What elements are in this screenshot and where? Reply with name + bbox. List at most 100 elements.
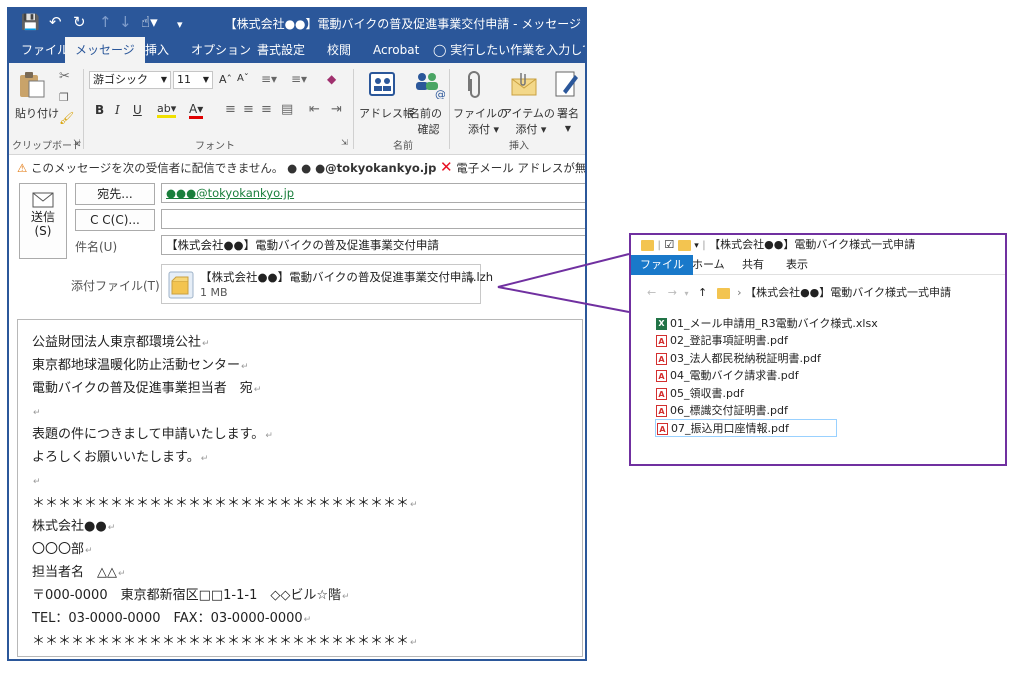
format-painter-icon[interactable]: 🖌 [59,111,74,125]
arrow-up-icon[interactable]: ↑ [99,13,112,31]
pdf-file-icon: A [656,352,667,365]
to-field[interactable]: ●●●@tokyokankyo.jp [161,183,585,203]
tab-format[interactable]: 書式設定 [247,37,315,63]
align-center-icon[interactable]: ≡ [243,102,254,117]
numbering-icon[interactable]: ≡▾ [291,72,307,86]
file-item[interactable]: A 02_登記事項証明書.pdf [655,332,837,349]
body-line-text: TEL：03-0000-0000 FAX：03-0000-0000 [32,611,303,626]
properties-icon[interactable]: ☑ [664,238,674,251]
tell-me-box[interactable]: ◯ 実行したい作業を入力してくだ [429,37,585,63]
clear-formatting-icon[interactable]: ◆ [327,72,336,86]
explorer-title: 【株式会社●●】電動バイク様式一式申請 [709,238,916,251]
cc-button[interactable]: C C(C)... [75,209,155,231]
tab-acrobat[interactable]: Acrobat [363,37,429,63]
attach-file-button[interactable]: ファイルの 添付 ▾ [453,105,508,137]
decrease-indent-icon[interactable]: ⇤ [309,102,320,117]
address-book-icon[interactable] [367,69,397,99]
font-color-icon[interactable]: A▾ [189,102,204,119]
cut-icon[interactable]: ✂ [59,69,70,84]
attach-item-button[interactable]: アイテムの添付 ▾ [501,105,555,137]
signature-button[interactable]: 署名 ▼ [557,105,579,134]
customize-toolbar-icon[interactable]: ▾ [694,241,699,251]
attach-item-icon[interactable] [509,69,539,99]
check-names-label-line1: 名前の [409,107,442,120]
shrink-font-icon[interactable]: Aˇ [237,73,249,84]
file-item[interactable]: A 03_法人都民税納税証明書.pdf [655,350,837,367]
copy-icon[interactable]: ❐ [59,91,69,104]
chevron-down-icon[interactable]: ▼ [468,276,474,285]
file-item[interactable]: A 05_領収書.pdf [655,385,837,402]
clipboard-launcher-icon[interactable]: ⇲ [73,138,80,147]
tab-home[interactable]: ホーム [683,255,734,275]
font-size-select[interactable]: 11 ▼ [173,71,213,89]
italic-icon[interactable]: I [115,103,120,117]
chevron-down-icon: ▼ [160,75,167,84]
attach-file-label-line2: 添付 ▾ [467,123,500,136]
attachment-chip[interactable]: 【株式会社●●】電動バイクの普及促進事業交付申請.lzh 1 MB ▼ [161,264,493,304]
increase-indent-icon[interactable]: ⇥ [331,102,342,117]
touch-mode-icon[interactable]: ☝▾ [141,13,158,31]
undo-icon[interactable]: ↶ [49,13,62,31]
subject-field[interactable]: 【株式会社●●】電動バイクの普及促進事業交付申請 [161,235,585,255]
window-title: 【株式会社●●】電動バイクの普及促進事業交付申請 - メッセージ [224,17,581,31]
body-line-text: 〇〇〇部 [32,542,85,557]
check-names-icon[interactable]: @ [413,69,445,99]
body-line: よろしくお願いいたします。↵ [32,446,582,469]
arrow-down-icon[interactable]: ↓ [119,13,132,31]
tab-share[interactable]: 共有 [733,255,773,275]
address-path[interactable]: 【株式会社●●】電動バイク様式一式申請 [745,286,951,299]
paperclip-icon[interactable] [465,69,485,101]
paste-icon[interactable] [17,71,47,99]
body-line-text: 公益財団法人東京都環境公社 [32,335,202,350]
ribbon-divider [353,69,354,149]
align-right-icon[interactable]: ≡ [261,102,272,117]
up-icon[interactable]: ↑ [698,286,707,299]
attach-item-label-line2: 添付 ▾ [515,123,547,136]
file-item[interactable]: A 07_振込用口座情報.pdf [655,419,837,437]
save-icon[interactable]: 💾 [21,13,40,31]
new-folder-icon[interactable] [677,239,691,251]
return-mark: ↵ [410,500,418,510]
bold-icon[interactable]: B [95,103,104,117]
highlight-icon[interactable]: ab▾ [157,102,177,118]
tab-insert[interactable]: 挿入 [135,37,179,63]
underline-icon[interactable]: U [133,103,142,117]
bullets-icon[interactable]: ≡▾ [261,72,277,86]
paste-label[interactable]: 貼り付け [15,105,59,121]
message-body[interactable]: 公益財団法人東京都環境公社↵ 東京都地球温暖化防止活動センター↵ 電動バイクの普… [17,319,583,657]
justify-icon[interactable]: ▤ [281,102,293,117]
align-left-icon[interactable]: ≡ [225,102,236,117]
check-names-label[interactable]: 名前の 確認 [409,105,442,137]
address-book-label[interactable]: アドレス帳 [359,105,414,121]
file-item[interactable]: A 04_電動バイク請求書.pdf [655,367,837,384]
send-button[interactable]: 送信 (S) [19,183,67,259]
forward-icon[interactable]: → [668,286,677,299]
font-group-label: フォント [195,141,235,152]
clipboard-group-label: クリップボード [12,141,82,152]
customize-toolbar-icon[interactable]: ▾ [177,16,183,34]
tab-review[interactable]: 校閲 [317,37,361,63]
to-button[interactable]: 宛先... [75,183,155,205]
file-item[interactable]: A 06_標識交付証明書.pdf [655,402,837,419]
tab-view[interactable]: 表示 [777,255,817,275]
redo-icon[interactable]: ↻ [73,13,86,31]
grow-font-icon[interactable]: Aˆ [219,73,232,86]
return-mark: ↵ [107,523,116,533]
ribbon-divider [449,69,450,149]
signature-icon[interactable] [553,69,581,99]
infobar-address: ● ● ●@tokyokankyo.jp [287,161,437,175]
separator-icon: | [657,240,661,251]
recent-locations-icon[interactable]: ▾ [684,289,688,298]
font-launcher-icon[interactable]: ⇲ [341,138,348,147]
return-mark: ↵ [33,477,41,487]
file-name: 02_登記事項証明書.pdf [670,334,788,348]
tab-message[interactable]: メッセージ [65,37,145,63]
cc-field[interactable] [161,209,585,229]
font-name-select[interactable]: 游ゴシック ▼ [89,71,171,89]
pdf-file-icon: A [656,387,667,400]
attach-item-label-line1: アイテムの [501,107,555,120]
back-icon[interactable]: ← [647,286,656,299]
return-mark: ↵ [253,385,262,395]
to-recipient[interactable]: ●●●@tokyokankyo.jp [166,186,294,200]
file-item[interactable]: X 01_メール申請用_R3電動バイク様式.xlsx [655,315,878,332]
